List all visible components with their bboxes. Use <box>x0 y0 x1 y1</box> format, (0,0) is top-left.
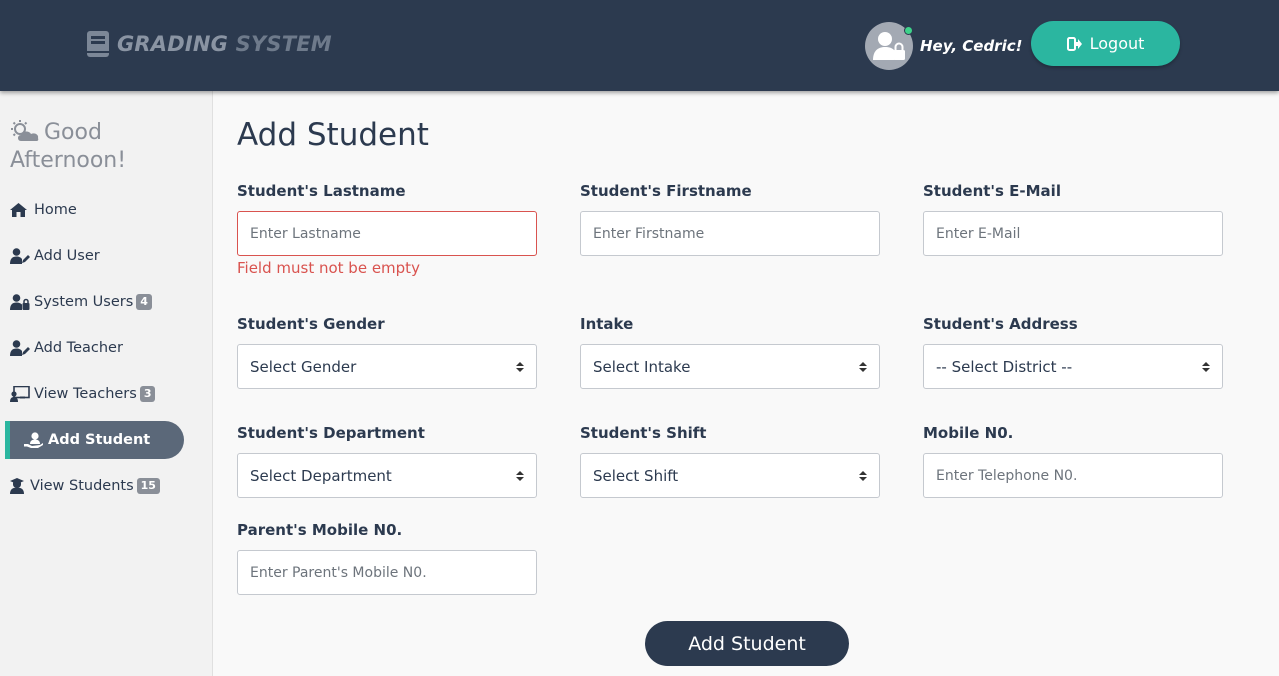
sidebar-item-system-users[interactable]: System Users 4 <box>10 283 184 321</box>
brand-name-part2: SYSTEM <box>235 32 332 56</box>
select-arrows-icon <box>516 361 524 372</box>
department-select[interactable]: Select Department <box>237 453 537 498</box>
online-status-dot <box>904 26 913 35</box>
add-student-button[interactable]: Add Student <box>645 621 849 666</box>
sidebar: Good Afternoon! Home Add User System Use… <box>0 91 213 676</box>
parent-mobile-label: Parent's Mobile N0. <box>237 521 403 539</box>
sidebar-item-add-teacher[interactable]: Add Teacher <box>10 329 184 367</box>
sidebar-item-label: Home <box>34 202 77 218</box>
logout-button[interactable]: Logout <box>1031 21 1180 66</box>
chalkboard-teacher-icon <box>10 386 30 402</box>
greeting-message: Good Afternoon! <box>10 119 212 175</box>
intake-select-value: Select Intake <box>593 357 691 376</box>
lastname-error-message: Field must not be empty <box>237 259 420 277</box>
gender-select-value: Select Gender <box>250 357 357 376</box>
sidebar-item-label: View Teachers <box>34 386 137 402</box>
hand-holding-user-icon <box>24 432 44 448</box>
user-edit-icon <box>10 340 30 356</box>
sidebar-item-view-students[interactable]: View Students 15 <box>10 467 184 505</box>
students-count-badge: 15 <box>136 478 160 494</box>
sidebar-item-label: Add User <box>34 248 100 264</box>
sidebar-item-label: Add Teacher <box>34 340 123 356</box>
user-greeting: Hey, Cedric! <box>920 37 1023 55</box>
shift-select[interactable]: Select Shift <box>580 453 880 498</box>
shift-label: Student's Shift <box>580 424 707 442</box>
shift-select-value: Select Shift <box>593 466 679 485</box>
select-arrows-icon <box>859 470 867 481</box>
lastname-label: Student's Lastname <box>237 182 406 200</box>
parent-mobile-input[interactable] <box>237 550 537 595</box>
department-label: Student's Department <box>237 424 425 442</box>
sidebar-item-label: System Users <box>34 294 134 310</box>
intake-label: Intake <box>580 315 634 333</box>
gender-select[interactable]: Select Gender <box>237 344 537 389</box>
page-title: Add Student <box>237 117 429 153</box>
sidebar-item-add-user[interactable]: Add User <box>10 237 184 275</box>
sidebar-item-view-teachers[interactable]: View Teachers 3 <box>10 375 184 413</box>
sidebar-item-label: Add Student <box>48 432 151 448</box>
sidebar-item-add-student[interactable]: Add Student <box>5 421 184 459</box>
user-area: Hey, Cedric! <box>865 22 1022 70</box>
gender-label: Student's Gender <box>237 315 385 333</box>
firstname-input[interactable] <box>580 211 880 256</box>
district-select[interactable]: -- Select District -- <box>923 344 1223 389</box>
select-arrows-icon <box>1202 361 1210 372</box>
brand-name: GRADING SYSTEM <box>117 32 332 56</box>
teachers-count-badge: 3 <box>139 386 156 402</box>
logout-label: Logout <box>1089 34 1145 53</box>
avatar[interactable] <box>865 22 913 70</box>
top-header: GRADING SYSTEM Hey, Cedric! Logout <box>0 0 1279 91</box>
firstname-label: Student's Firstname <box>580 182 752 200</box>
sidebar-item-label: View Students <box>30 478 134 494</box>
system-users-count-badge: 4 <box>136 294 152 310</box>
brand-logo[interactable]: GRADING SYSTEM <box>86 29 332 59</box>
email-input[interactable] <box>923 211 1223 256</box>
mobile-input[interactable] <box>923 453 1223 498</box>
user-edit-icon <box>10 248 30 264</box>
sign-out-icon <box>1066 36 1082 51</box>
brand-name-part1: GRADING <box>117 32 229 56</box>
email-label: Student's E-Mail <box>923 182 1061 200</box>
district-select-value: -- Select District -- <box>936 357 1073 376</box>
intake-select[interactable]: Select Intake <box>580 344 880 389</box>
user-graduate-icon <box>10 478 26 494</box>
mobile-label: Mobile N0. <box>923 424 1014 442</box>
book-icon <box>87 31 109 57</box>
sidebar-item-home[interactable]: Home <box>10 191 184 229</box>
select-arrows-icon <box>859 361 867 372</box>
department-select-value: Select Department <box>250 466 392 485</box>
select-arrows-icon <box>516 470 524 481</box>
cloud-sun-icon <box>11 120 39 141</box>
user-lock-icon <box>873 32 905 60</box>
lastname-input[interactable] <box>237 211 537 256</box>
home-icon <box>10 202 30 218</box>
address-label: Student's Address <box>923 315 1078 333</box>
user-lock-icon <box>10 294 30 310</box>
